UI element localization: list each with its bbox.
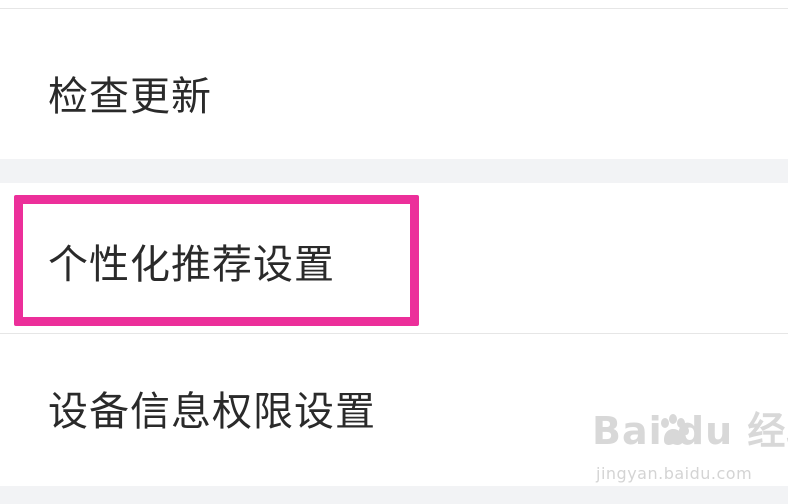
settings-screen: 检查更新 个性化推荐设置 设备信息权限设置 Bai du 经验 jingyan.… (0, 0, 788, 504)
highlight-annotation-box (14, 195, 419, 326)
settings-item-device-info-permission[interactable]: 设备信息权限设置 (0, 334, 788, 486)
settings-item-check-update[interactable]: 检查更新 (0, 9, 788, 159)
section-gap (0, 486, 788, 504)
section-gap (0, 159, 788, 183)
settings-item-label: 设备信息权限设置 (48, 389, 376, 435)
settings-item-label: 检查更新 (48, 74, 212, 120)
